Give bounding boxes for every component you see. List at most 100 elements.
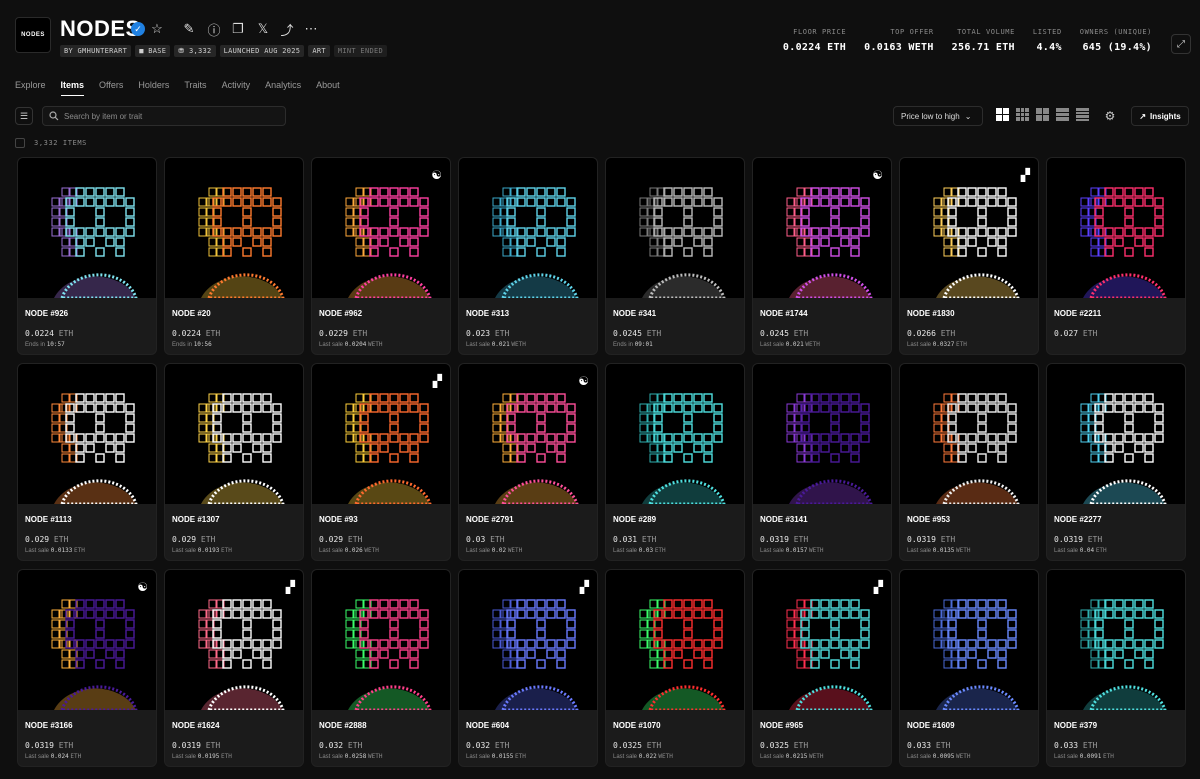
nft-card[interactable]: ▞ NODE #1624 0.0319 ETH Last sale 0.0195 ET… xyxy=(164,569,304,767)
nft-image[interactable] xyxy=(1047,364,1185,504)
nft-card[interactable]: NODE #2277 0.0319 ETH Last sale 0.04 ETH xyxy=(1046,363,1186,561)
stat-block: TOTAL VOLUME 256.71 ETH xyxy=(952,28,1015,53)
nft-card[interactable]: ▞ NODE #93 0.029 ETH Last sale 0.026 WETH xyxy=(311,363,451,561)
sort-dropdown[interactable]: Price low to high ⌄ xyxy=(893,106,983,126)
nft-image[interactable] xyxy=(459,158,597,298)
nft-name: NODE #1830 xyxy=(907,309,955,318)
tab-traits[interactable]: Traits xyxy=(184,80,206,96)
node-artwork xyxy=(345,393,432,504)
nft-image[interactable]: ▞ xyxy=(753,570,891,710)
nft-card[interactable]: ☯ NODE #962 0.0229 ETH Last sale 0.0204 WET… xyxy=(311,157,451,355)
nft-price: 0.027 ETH xyxy=(1054,329,1097,338)
x-icon[interactable]: 𝕏 xyxy=(254,20,272,38)
nft-card[interactable]: NODE #20 0.0224 ETH Ends in 10:56 xyxy=(164,157,304,355)
nft-price: 0.0319 ETH xyxy=(1054,535,1102,544)
nft-card[interactable]: NODE #341 0.0245 ETH Ends in 09:01 xyxy=(605,157,745,355)
nft-card[interactable]: NODE #2211 0.027 ETH xyxy=(1046,157,1186,355)
price-unit: ETH xyxy=(200,535,216,544)
nft-image[interactable]: ☯ xyxy=(753,158,891,298)
nft-image[interactable]: ☯ xyxy=(459,364,597,504)
expand-icon[interactable]: ⤢ xyxy=(1171,34,1191,54)
more-icon[interactable]: ⋯ xyxy=(302,20,320,38)
edit-icon[interactable]: ✎ xyxy=(180,20,198,38)
tab-explore[interactable]: Explore xyxy=(15,80,46,96)
tab-activity[interactable]: Activity xyxy=(222,80,251,96)
price-value: 0.0325 xyxy=(613,741,642,750)
subtext-unit: WETH xyxy=(809,753,824,760)
filter-button[interactable]: ☰ xyxy=(15,107,33,125)
nft-image[interactable]: ▞ xyxy=(459,570,597,710)
grid-compact-icon[interactable] xyxy=(1036,108,1049,121)
tab-offers[interactable]: Offers xyxy=(99,80,123,96)
star-icon[interactable]: ☆ xyxy=(148,20,166,38)
nft-image[interactable] xyxy=(1047,158,1185,298)
nft-subtext: Last sale 0.0135 WETH xyxy=(907,547,971,554)
nft-image[interactable]: ☯ xyxy=(312,158,450,298)
nft-image[interactable] xyxy=(1047,570,1185,710)
subtext-value: 0.0095 xyxy=(932,753,955,760)
nft-image[interactable]: ☯ xyxy=(18,570,156,710)
price-unit: ETH xyxy=(494,329,510,338)
grid-large-icon[interactable] xyxy=(996,108,1009,121)
subtext-prefix: Last sale xyxy=(25,754,50,760)
nft-card[interactable]: NODE #1113 0.029 ETH Last sale 0.0133 ETH xyxy=(17,363,157,561)
nft-card[interactable]: ▞ NODE #1830 0.0266 ETH Last sale 0.0327 ET… xyxy=(899,157,1039,355)
nft-card[interactable]: NODE #1609 0.033 ETH Last sale 0.0095 WETH xyxy=(899,569,1039,767)
select-all-checkbox[interactable] xyxy=(15,138,25,148)
list-icon[interactable] xyxy=(1056,108,1069,121)
node-artwork xyxy=(933,393,1020,504)
nft-image[interactable] xyxy=(606,158,744,298)
nft-subtext: Last sale 0.022 WETH xyxy=(613,753,673,760)
nft-card[interactable]: ▞ NODE #604 0.032 ETH Last sale 0.0155 ETH xyxy=(458,569,598,767)
nft-image[interactable] xyxy=(18,364,156,504)
search-input[interactable]: Search by item or trait xyxy=(42,106,286,126)
nft-image[interactable] xyxy=(900,364,1038,504)
price-unit: ETH xyxy=(347,535,363,544)
gear-icon[interactable]: ⚙ xyxy=(1101,107,1119,125)
nft-image[interactable] xyxy=(165,364,303,504)
nft-image[interactable] xyxy=(900,570,1038,710)
nft-card[interactable]: NODE #1307 0.029 ETH Last sale 0.0193 ETH xyxy=(164,363,304,561)
nft-card[interactable]: NODE #379 0.033 ETH Last sale 0.0091 ETH xyxy=(1046,569,1186,767)
nft-image[interactable]: ▞ xyxy=(900,158,1038,298)
tab-items[interactable]: Items xyxy=(60,80,85,96)
nft-image[interactable] xyxy=(312,570,450,710)
nft-card[interactable]: NODE #2888 0.032 ETH Last sale 0.0258 WETH xyxy=(311,569,451,767)
nft-image[interactable] xyxy=(165,158,303,298)
nft-card[interactable]: NODE #953 0.0319 ETH Last sale 0.0135 WETH xyxy=(899,363,1039,561)
info-icon[interactable]: ⓘ xyxy=(205,20,223,38)
table-icon[interactable] xyxy=(1076,108,1089,121)
insights-button[interactable]: ↗ Insights xyxy=(1131,106,1189,126)
nft-price: 0.0245 ETH xyxy=(613,329,661,338)
nft-card[interactable]: ☯ NODE #2791 0.03 ETH Last sale 0.02 WETH xyxy=(458,363,598,561)
subtext-value: 0.0204 xyxy=(344,341,367,348)
nft-card[interactable]: NODE #1070 0.0325 ETH Last sale 0.022 WETH xyxy=(605,569,745,767)
nft-image[interactable] xyxy=(606,364,744,504)
subtext-unit: WETH xyxy=(507,547,523,554)
nft-card[interactable]: ☯ NODE #1744 0.0245 ETH Last sale 0.021 WET… xyxy=(752,157,892,355)
nft-image[interactable]: ▞ xyxy=(165,570,303,710)
search-placeholder: Search by item or trait xyxy=(64,111,143,121)
nft-image[interactable] xyxy=(606,570,744,710)
grid-small-icon[interactable] xyxy=(1016,108,1029,121)
share-icon[interactable]: ⤴ xyxy=(278,20,296,38)
tab-holders[interactable]: Holders xyxy=(138,80,169,96)
copy-icon[interactable]: ❐ xyxy=(229,20,247,38)
subtext-unit: ETH xyxy=(74,547,85,554)
nft-card[interactable]: NODE #289 0.031 ETH Last sale 0.03 ETH xyxy=(605,363,745,561)
nft-card[interactable]: NODE #313 0.023 ETH Last sale 0.021 WETH xyxy=(458,157,598,355)
collection-badge[interactable]: BY GMHUNTERART xyxy=(60,45,132,57)
nft-card[interactable]: ☯ NODE #3166 0.0319 ETH Last sale 0.024 ETH xyxy=(17,569,157,767)
subtext-prefix: Last sale xyxy=(172,754,197,760)
nft-image[interactable] xyxy=(753,364,891,504)
nft-card[interactable]: NODE #3141 0.0319 ETH Last sale 0.0157 WET… xyxy=(752,363,892,561)
subtext-value: 0.026 xyxy=(344,547,363,554)
subtext-prefix: Ends in xyxy=(25,342,46,348)
nft-image[interactable]: ▞ xyxy=(312,364,450,504)
nft-card[interactable]: ▞ NODE #965 0.0325 ETH Last sale 0.0215 WET… xyxy=(752,569,892,767)
subtext-prefix: Ends in xyxy=(172,342,193,348)
nft-image[interactable] xyxy=(18,158,156,298)
tab-about[interactable]: About xyxy=(316,80,340,96)
nft-card[interactable]: NODE #926 0.0224 ETH Ends in 10:57 xyxy=(17,157,157,355)
tab-analytics[interactable]: Analytics xyxy=(265,80,301,96)
